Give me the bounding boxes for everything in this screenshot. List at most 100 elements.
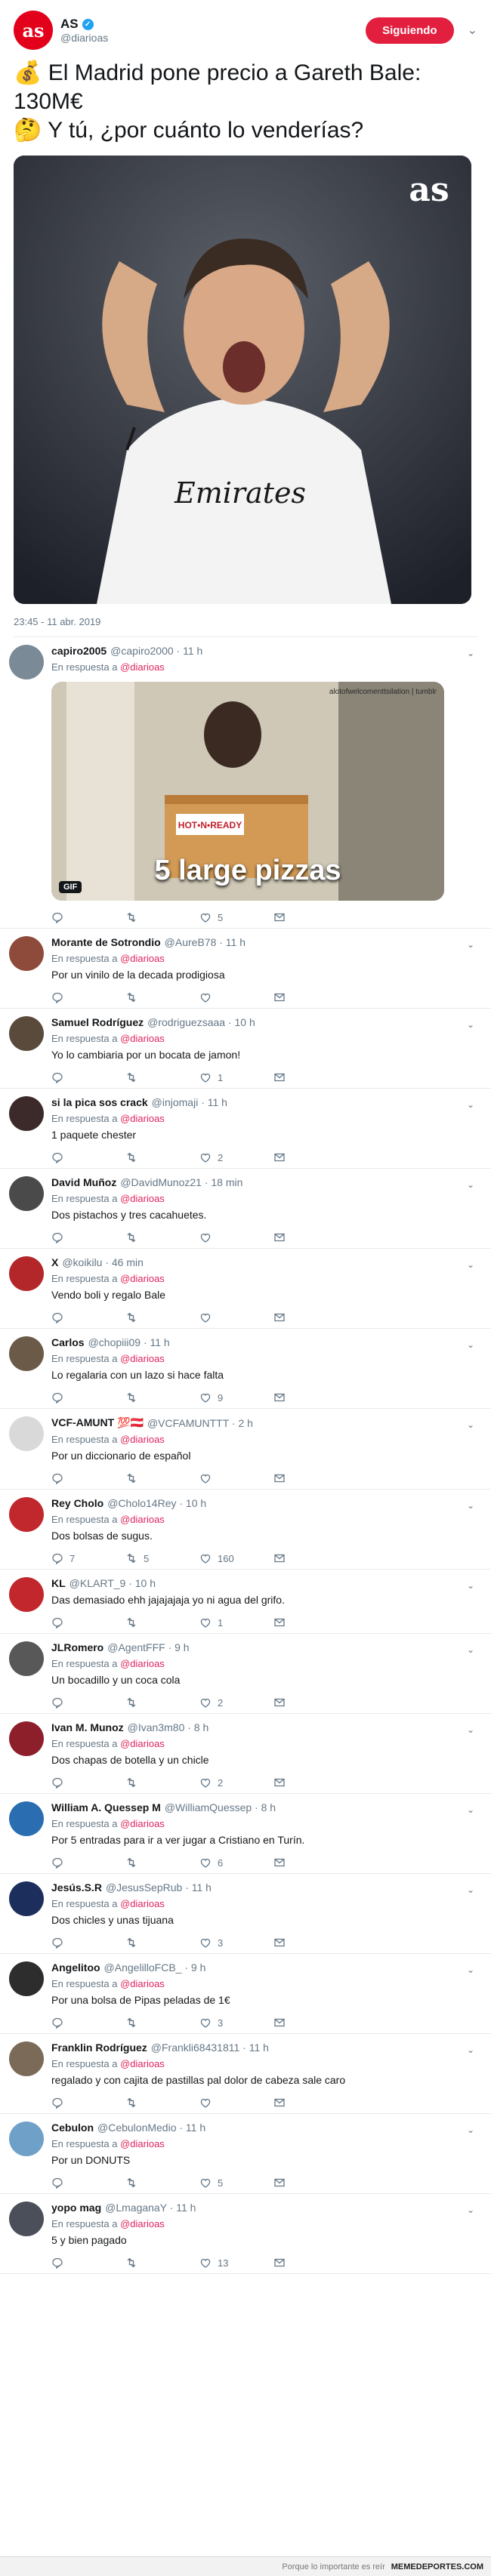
reply-button[interactable]: 7 xyxy=(51,1552,125,1564)
reply-mention-link[interactable]: @diarioas xyxy=(120,1658,165,1669)
like-button[interactable] xyxy=(199,2097,273,2109)
like-button[interactable]: 2 xyxy=(199,1776,273,1789)
chevron-down-icon[interactable]: ⌄ xyxy=(467,939,474,950)
like-button[interactable]: 2 xyxy=(199,1151,273,1163)
direct-message-button[interactable] xyxy=(273,1231,347,1243)
avatar[interactable] xyxy=(9,1801,44,1836)
chevron-down-icon[interactable]: ⌄ xyxy=(467,1804,474,1815)
author-avatar[interactable]: as xyxy=(14,11,53,50)
reply-author-handle[interactable]: @Cholo14Rey · 10 h xyxy=(107,1497,206,1509)
direct-message-button[interactable] xyxy=(273,1071,347,1083)
reply-author-name[interactable]: Jesús.S.R xyxy=(51,1881,102,1893)
retweet-button[interactable] xyxy=(125,1151,199,1163)
like-button[interactable] xyxy=(199,1472,273,1484)
chevron-down-icon[interactable]: ⌄ xyxy=(467,1179,474,1190)
like-button[interactable] xyxy=(199,1231,273,1243)
reply-button[interactable] xyxy=(51,2097,125,2109)
like-button[interactable]: 5 xyxy=(199,911,273,923)
reply-tweet[interactable]: Samuel Rodríguez @rodriguezsaaa · 10 h E… xyxy=(0,1009,491,1089)
chevron-down-icon[interactable]: ⌄ xyxy=(467,1964,474,1975)
reply-tweet[interactable]: Franklin Rodríguez @Frankli68431811 · 11… xyxy=(0,2034,491,2114)
reply-author-handle[interactable]: @capiro2000 · 11 h xyxy=(110,645,202,657)
like-button[interactable] xyxy=(199,1311,273,1323)
reply-author-handle[interactable]: @JesusSepRub · 11 h xyxy=(106,1881,212,1893)
retweet-button[interactable] xyxy=(125,1857,199,1869)
chevron-down-icon[interactable]: ⌄ xyxy=(467,2125,474,2135)
direct-message-button[interactable] xyxy=(273,991,347,1003)
reply-author-name[interactable]: KL xyxy=(51,1577,66,1589)
chevron-down-icon[interactable]: ⌄ xyxy=(467,1259,474,1270)
reply-button[interactable] xyxy=(51,1696,125,1709)
reply-author-name[interactable]: Morante de Sotrondio xyxy=(51,936,161,948)
avatar[interactable] xyxy=(9,936,44,971)
reply-tweet[interactable]: capiro2005 @capiro2000 · 11 h En respues… xyxy=(0,637,491,929)
reply-button[interactable] xyxy=(51,1231,125,1243)
retweet-button[interactable] xyxy=(125,1391,199,1404)
reply-author-name[interactable]: David Muñoz xyxy=(51,1176,116,1188)
avatar[interactable] xyxy=(9,2041,44,2076)
reply-author-handle[interactable]: @koikilu · 46 min xyxy=(62,1256,144,1268)
reply-author-handle[interactable]: @AngelilloFCB_ · 9 h xyxy=(104,1961,206,1974)
reply-tweet[interactable]: Morante de Sotrondio @AureB78 · 11 h En … xyxy=(0,929,491,1009)
reply-mention-link[interactable]: @diarioas xyxy=(120,661,165,673)
reply-author-name[interactable]: Carlos xyxy=(51,1336,85,1348)
reply-tweet[interactable]: X @koikilu · 46 min En respuesta a @diar… xyxy=(0,1249,491,1329)
reply-tweet[interactable]: Cebulon @CebulonMedio · 11 h En respuest… xyxy=(0,2114,491,2194)
reply-author-name[interactable]: Franklin Rodríguez xyxy=(51,2041,147,2054)
reply-mention-link[interactable]: @diarioas xyxy=(120,2058,165,2069)
like-button[interactable]: 3 xyxy=(199,1937,273,1949)
reply-author-name[interactable]: X xyxy=(51,1256,58,1268)
following-button[interactable]: Siguiendo xyxy=(366,17,454,44)
reply-tweet[interactable]: William A. Quessep M @WilliamQuessep · 8… xyxy=(0,1794,491,1874)
direct-message-button[interactable] xyxy=(273,1391,347,1404)
reply-author-handle[interactable]: @Frankli68431811 · 11 h xyxy=(151,2041,269,2054)
reply-mention-link[interactable]: @diarioas xyxy=(120,1273,165,1284)
reply-mention-link[interactable]: @diarioas xyxy=(120,1978,165,1989)
chevron-down-icon[interactable]: ⌄ xyxy=(467,1099,474,1110)
reply-author-name[interactable]: Cebulon xyxy=(51,2122,94,2134)
reply-author-handle[interactable]: @VCFAMUNTTT · 2 h xyxy=(147,1417,253,1429)
reply-tweet[interactable]: Angelitoo @AngelilloFCB_ · 9 h En respue… xyxy=(0,1954,491,2034)
reply-mention-link[interactable]: @diarioas xyxy=(120,1818,165,1829)
direct-message-button[interactable] xyxy=(273,1552,347,1564)
reply-author-name[interactable]: Angelitoo xyxy=(51,1961,100,1974)
direct-message-button[interactable] xyxy=(273,2017,347,2029)
reply-author-name[interactable]: Samuel Rodríguez xyxy=(51,1016,144,1028)
like-button[interactable]: 160 xyxy=(199,1552,273,1564)
avatar[interactable] xyxy=(9,1256,44,1291)
reply-gif[interactable]: HOT•N•READY alotofwelcomenttsilation | t… xyxy=(51,682,444,901)
direct-message-button[interactable] xyxy=(273,1151,347,1163)
retweet-button[interactable] xyxy=(125,2017,199,2029)
reply-mention-link[interactable]: @diarioas xyxy=(120,1898,165,1909)
chevron-down-icon[interactable]: ⌄ xyxy=(467,1884,474,1895)
reply-button[interactable] xyxy=(51,1776,125,1789)
retweet-button[interactable] xyxy=(125,1311,199,1323)
reply-author-handle[interactable]: @AureB78 · 11 h xyxy=(165,936,246,948)
direct-message-button[interactable] xyxy=(273,1857,347,1869)
reply-mention-link[interactable]: @diarioas xyxy=(120,1033,165,1044)
retweet-button[interactable] xyxy=(125,2177,199,2189)
reply-author-handle[interactable]: @injomaji · 11 h xyxy=(152,1096,227,1108)
avatar[interactable] xyxy=(9,1881,44,1916)
chevron-down-icon[interactable]: ⌄ xyxy=(467,1019,474,1030)
reply-button[interactable] xyxy=(51,2177,125,2189)
reply-author-handle[interactable]: @chopiii09 · 11 h xyxy=(88,1336,170,1348)
like-button[interactable]: 13 xyxy=(199,2257,273,2269)
reply-tweet[interactable]: KL @KLART_9 · 10 h Das demasiado ehh jaj… xyxy=(0,1570,491,1634)
like-button[interactable]: 6 xyxy=(199,1857,273,1869)
like-button[interactable]: 1 xyxy=(199,1071,273,1083)
retweet-button[interactable] xyxy=(125,2257,199,2269)
direct-message-button[interactable] xyxy=(273,2097,347,2109)
reply-button[interactable] xyxy=(51,1311,125,1323)
reply-tweet[interactable]: David Muñoz @DavidMunoz21 · 18 min En re… xyxy=(0,1169,491,1249)
reply-author-name[interactable]: yopo mag xyxy=(51,2202,101,2214)
direct-message-button[interactable] xyxy=(273,1696,347,1709)
retweet-button[interactable] xyxy=(125,1696,199,1709)
reply-button[interactable] xyxy=(51,991,125,1003)
retweet-button[interactable] xyxy=(125,1472,199,1484)
author-handle[interactable]: @diarioas xyxy=(60,32,366,44)
chevron-down-icon[interactable]: ⌄ xyxy=(467,2044,474,2055)
avatar[interactable] xyxy=(9,1336,44,1371)
avatar[interactable] xyxy=(9,645,44,679)
reply-author-handle[interactable]: @rodriguezsaaa · 10 h xyxy=(147,1016,255,1028)
